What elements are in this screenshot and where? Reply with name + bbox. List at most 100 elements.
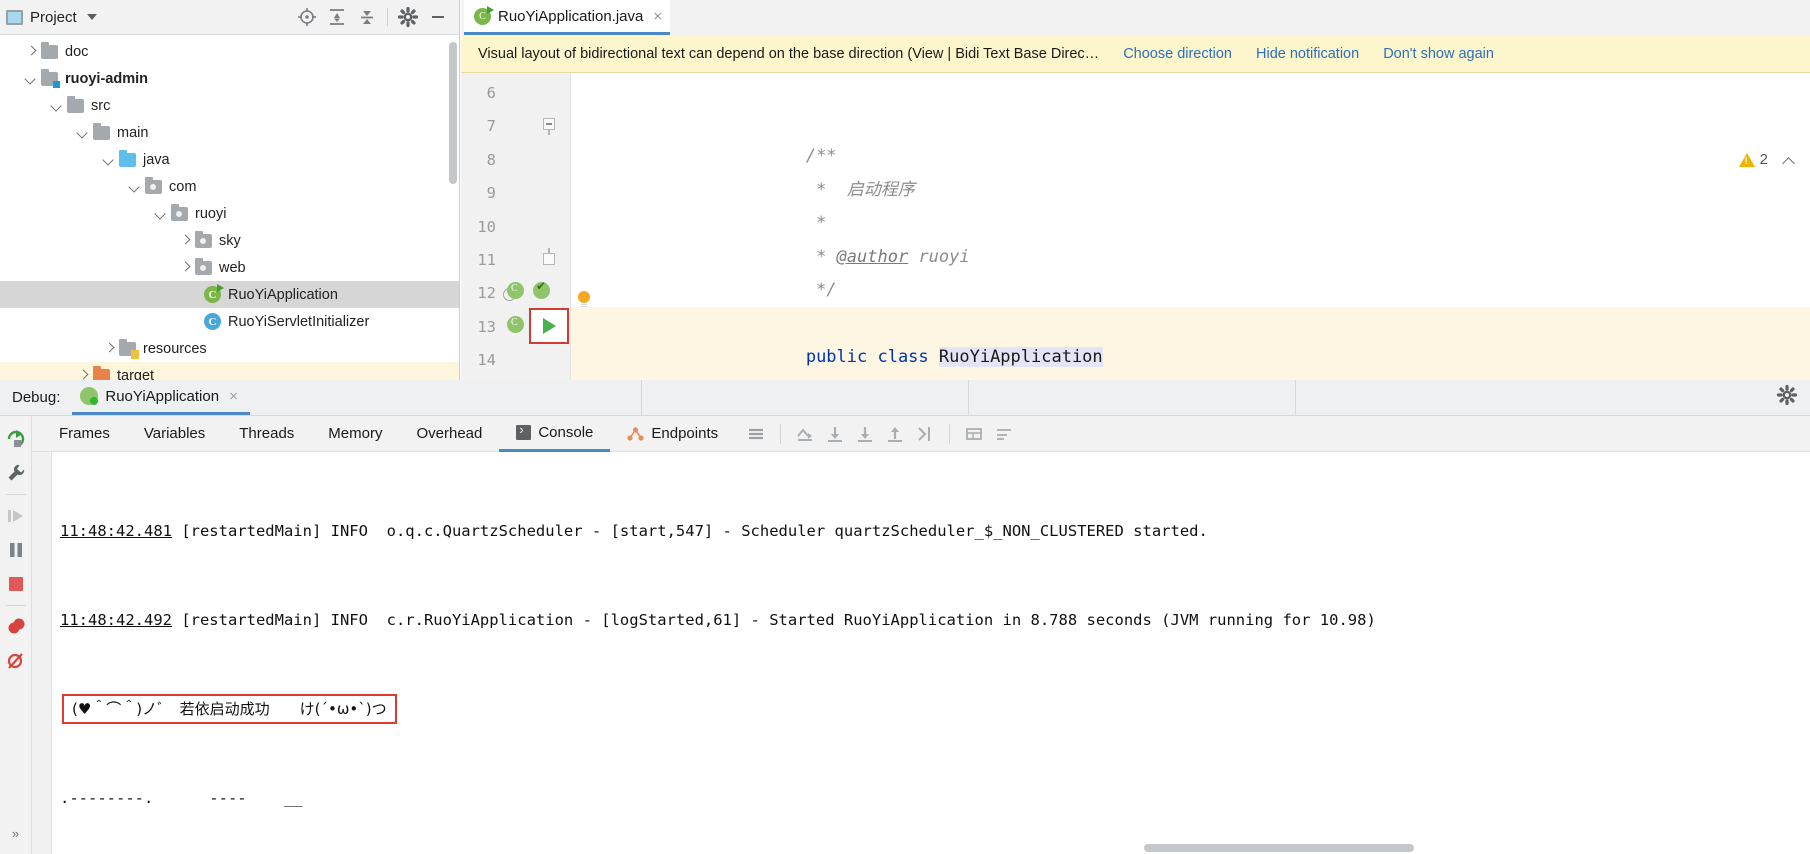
project-tree-scrollbar[interactable]: [449, 42, 457, 184]
tab-label: Variables: [144, 425, 205, 442]
spring-config-check-icon[interactable]: [533, 282, 550, 299]
view-breakpoints-icon[interactable]: [2, 610, 30, 644]
editor-area: C RuoYiApplication.java × Visual layout …: [461, 0, 1810, 380]
debug-session-tab[interactable]: RuoYiApplication ×: [72, 387, 249, 415]
chevron-right-icon[interactable]: [102, 342, 116, 356]
chevron-down-icon[interactable]: [50, 99, 64, 113]
toolbar-divider: [780, 424, 781, 444]
tree-item-main[interactable]: main: [0, 119, 459, 146]
code-token: ruoyi: [908, 247, 969, 267]
console-log-line-1: 11:48:42.481 [restartedMain] INFO o.q.c.…: [60, 517, 1810, 547]
code-content[interactable]: /** * 启动程序 * * @author ruoyi */: [571, 73, 1810, 380]
debug-settings-wrench-icon[interactable]: [2, 456, 30, 490]
run-to-cursor-icon[interactable]: [910, 419, 940, 449]
line-number: 7: [487, 117, 496, 135]
chevron-down-icon[interactable]: [128, 180, 142, 194]
log-timestamp: 11:48:42.492: [60, 611, 172, 629]
spring-bean-icon[interactable]: [507, 316, 524, 333]
run-gutter-button[interactable]: [529, 308, 569, 344]
console-text[interactable]: 11:48:42.481 [restartedMain] INFO o.q.c.…: [52, 452, 1810, 854]
collapse-all-icon[interactable]: [352, 2, 382, 32]
tree-item-label: com: [169, 179, 196, 195]
tab-endpoints[interactable]: Endpoints: [610, 416, 735, 452]
choose-direction-link[interactable]: Choose direction: [1123, 46, 1232, 62]
resume-program-icon[interactable]: [2, 499, 30, 533]
tab-variables[interactable]: Variables: [127, 416, 222, 452]
console-log-line-2: 11:48:42.492 [restartedMain] INFO c.r.Ru…: [60, 606, 1810, 636]
code-editor[interactable]: 6 7 8 9 10 11 12 13 14: [461, 73, 1810, 380]
expand-all-icon[interactable]: [322, 2, 352, 32]
settings-icon[interactable]: [989, 419, 1019, 449]
log-timestamp: 11:48:42.481: [60, 522, 172, 540]
tree-item-web[interactable]: web: [0, 254, 459, 281]
tab-console[interactable]: Console: [499, 416, 610, 452]
tab-frames[interactable]: Frames: [42, 416, 127, 452]
tree-item-ruoyi-admin[interactable]: ruoyi-admin: [0, 65, 459, 92]
line-number: 10: [477, 218, 496, 236]
chevron-right-icon[interactable]: [178, 234, 192, 248]
code-fold-end-icon[interactable]: [543, 252, 557, 266]
chevron-down-icon[interactable]: [154, 207, 168, 221]
project-window-icon: [6, 10, 23, 25]
dont-show-again-link[interactable]: Don't show again: [1383, 46, 1494, 62]
tree-item-ruoyiservletinitializer[interactable]: C RuoYiServletInitializer: [0, 308, 459, 335]
debug-sidebar-toolbar: »: [0, 416, 32, 854]
line-number: 14: [477, 351, 496, 369]
editor-tab-ruoyiapplication[interactable]: C RuoYiApplication.java ×: [464, 0, 670, 35]
debug-session-label: RuoYiApplication: [105, 388, 219, 405]
tab-overhead[interactable]: Overhead: [399, 416, 499, 452]
rerun-icon[interactable]: [2, 422, 30, 456]
tree-item-src[interactable]: src: [0, 92, 459, 119]
mute-breakpoints-icon[interactable]: [2, 644, 30, 678]
tree-item-com[interactable]: com: [0, 173, 459, 200]
step-over-icon[interactable]: [820, 419, 850, 449]
editor-gutter[interactable]: 6 7 8 9 10 11 12 13 14: [461, 73, 571, 380]
code-token-cn: 启动程序: [847, 180, 915, 200]
tab-memory[interactable]: Memory: [311, 416, 399, 452]
tree-item-resources[interactable]: resources: [0, 335, 459, 362]
force-step-into-icon[interactable]: [880, 419, 910, 449]
tree-item-label: RuoYiServletInitializer: [228, 314, 369, 330]
warning-count: 2: [1760, 151, 1768, 168]
code-fold-open-icon[interactable]: [543, 117, 557, 131]
chevron-right-icon[interactable]: [24, 45, 38, 59]
tree-item-ruoyiapplication[interactable]: C RuoYiApplication: [0, 281, 459, 308]
debug-main: Frames Variables Threads Memory Overhead: [32, 416, 1810, 854]
settings-gear-icon[interactable]: [393, 2, 423, 32]
pause-program-icon[interactable]: [2, 533, 30, 567]
notification-text: Visual layout of bidirectional text can …: [478, 46, 1099, 62]
tree-item-sky[interactable]: sky: [0, 227, 459, 254]
tree-item-java[interactable]: java: [0, 146, 459, 173]
close-icon[interactable]: ×: [229, 388, 238, 405]
debug-settings-gear-icon[interactable]: [1776, 384, 1798, 409]
chevron-down-icon[interactable]: [102, 153, 116, 167]
tab-label: Memory: [328, 425, 382, 442]
chevron-down-icon[interactable]: [24, 72, 38, 86]
tree-item-ruoyi[interactable]: ruoyi: [0, 200, 459, 227]
chevron-down-icon[interactable]: [76, 126, 90, 140]
chevron-down-icon[interactable]: [87, 14, 97, 20]
tree-item-doc[interactable]: doc: [0, 38, 459, 65]
evaluate-expression-icon[interactable]: [959, 419, 989, 449]
step-out-icon[interactable]: [790, 419, 820, 449]
ascii-art-line-1: .--------. ---- __: [60, 784, 1810, 814]
console-horizontal-scrollbar[interactable]: [1144, 844, 1414, 852]
folder-icon: [67, 99, 84, 113]
expand-sidebar-icon[interactable]: »: [2, 816, 30, 850]
stop-program-icon[interactable]: [2, 567, 30, 601]
spring-bean-icon[interactable]: [507, 282, 524, 299]
console-output-area[interactable]: 11:48:42.481 [restartedMain] INFO o.q.c.…: [32, 452, 1810, 854]
inspection-warning-badge[interactable]: 2: [1739, 151, 1768, 168]
chevron-up-icon[interactable]: [1784, 155, 1796, 167]
step-into-icon[interactable]: [850, 419, 880, 449]
tab-label: Endpoints: [651, 425, 718, 442]
close-icon[interactable]: ×: [653, 8, 662, 25]
hide-notification-link[interactable]: Hide notification: [1256, 46, 1359, 62]
line-number: 9: [487, 184, 496, 202]
tab-threads[interactable]: Threads: [222, 416, 311, 452]
chevron-right-icon[interactable]: [178, 261, 192, 275]
minimize-icon[interactable]: [423, 2, 453, 32]
list-icon[interactable]: [741, 419, 771, 449]
locate-icon[interactable]: [292, 2, 322, 32]
tree-item-label: resources: [143, 341, 207, 357]
